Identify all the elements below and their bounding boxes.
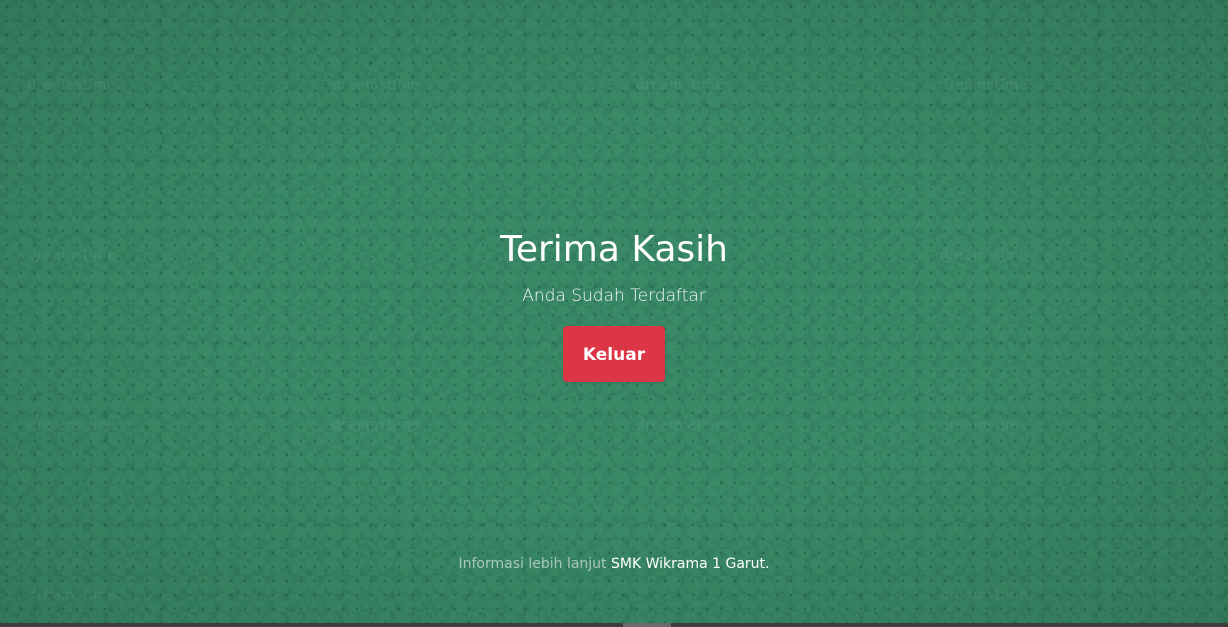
footer-suffix-text: . (765, 556, 770, 572)
page-title: Terima Kasih (499, 229, 728, 270)
background-watermark: dreamstime (940, 418, 1029, 433)
logout-button[interactable]: Keluar (563, 326, 665, 382)
school-link[interactable]: SMK Wikrama 1 Garut (611, 556, 765, 572)
footer-prefix-text: Informasi lebih lanjut (458, 556, 607, 572)
footer-info: Informasi lebih lanjut SMK Wikrama 1 Gar… (0, 554, 1228, 574)
background-watermark: dreamstime (636, 418, 725, 433)
background-watermark: dreamstime (28, 588, 117, 603)
thank-you-panel: Terima Kasih Anda Sudah Terdaftar Keluar (0, 226, 1228, 382)
background-watermark: dreamstime (636, 78, 725, 93)
background-watermark: dreamstime (28, 78, 117, 93)
background-watermark: dreamstime (332, 418, 421, 433)
registration-status-text: Anda Sudah Terdaftar (522, 286, 706, 306)
background-watermark: dreamstime (940, 588, 1029, 603)
background-watermark: dreamstime (940, 78, 1029, 93)
horizontal-scrollbar[interactable] (0, 623, 1228, 627)
scrollbar-thumb[interactable] (623, 623, 671, 627)
background-watermark: dreamstime (28, 418, 117, 433)
background-watermark: dreamstime (332, 78, 421, 93)
